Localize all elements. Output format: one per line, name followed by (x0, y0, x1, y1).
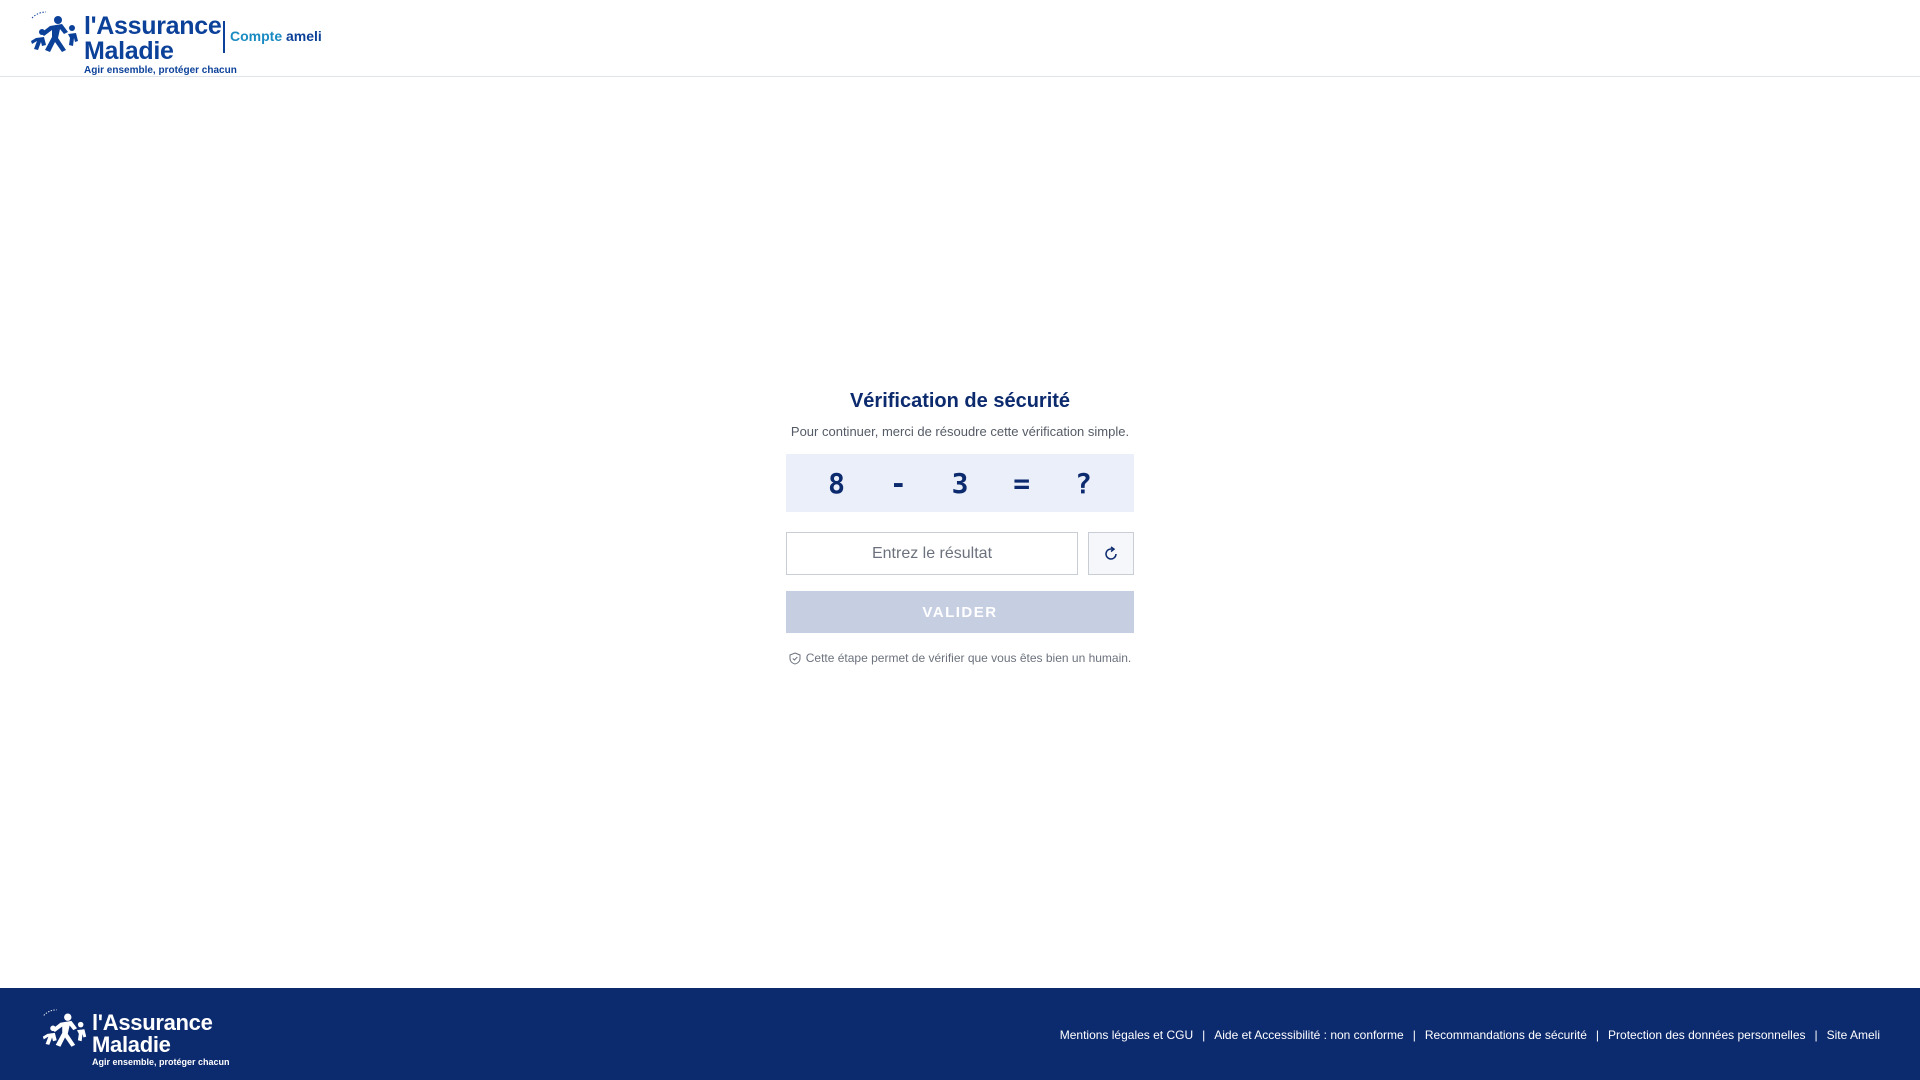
footer-logo-figures-icon (42, 1009, 87, 1047)
footer-logo-tagline: Agir ensemble, protéger chacun (92, 1057, 230, 1067)
assurance-maladie-logo[interactable]: l'Assurance Maladie Agir ensemble, proté… (28, 10, 237, 76)
note-text: Cette étape permet de vérifier que vous … (805, 651, 1132, 665)
site-header: l'Assurance Maladie Agir ensemble, proté… (0, 0, 1920, 77)
validate-button[interactable]: VALIDER (786, 591, 1134, 633)
logo-wordmark: l'Assurance Maladie Agir ensemble, proté… (84, 14, 237, 76)
refresh-icon (1105, 545, 1117, 560)
refresh-captcha-button[interactable] (1088, 532, 1134, 575)
page-subtitle: Pour continuer, merci de résoudre cette … (790, 424, 1130, 439)
logo-figures-icon (31, 11, 78, 52)
footer-link-donnees[interactable]: Protection des données personnelles (1608, 1028, 1805, 1042)
footer-link-accessibilite[interactable]: Aide et Accessibilité : non conforme (1214, 1028, 1403, 1042)
captcha-question: 8 - 3 = ? (828, 466, 1106, 500)
logo-line1: l'Assurance (84, 12, 222, 40)
compte-prefix: Compte (230, 28, 283, 44)
answer-row (786, 532, 1134, 575)
footer-logo-wordmark: l'Assurance Maladie Agir ensemble, proté… (92, 1012, 230, 1067)
security-verification: Vérification de sécurité Pour continuer,… (786, 390, 1134, 665)
footer-link-site-ameli[interactable]: Site Ameli (1827, 1028, 1880, 1042)
footer-separator: | (1412, 1028, 1416, 1042)
footer-separator: | (1595, 1028, 1600, 1042)
site-footer: l'Assurance Maladie Agir ensemble, proté… (0, 988, 1920, 1080)
footer-separator: | (1202, 1028, 1206, 1042)
page-title: Vérification de sécurité (849, 390, 1071, 412)
footer-links: Mentions légales et CGU | Aide et Access… (1060, 1028, 1880, 1042)
shield-check-icon (789, 651, 801, 665)
captcha-box: 8 - 3 = ? (786, 454, 1134, 512)
human-check-note: Cette étape permet de vérifier que vous … (786, 651, 1134, 665)
footer-link-mentions[interactable]: Mentions légales et CGU (1060, 1028, 1193, 1042)
footer-separator: | (1814, 1028, 1818, 1042)
compte-ameli-label: Compte ameli (230, 28, 322, 44)
header-divider (223, 21, 225, 53)
logo-tagline: Agir ensemble, protéger chacun (84, 65, 237, 76)
footer-logo-line1: l'Assurance (92, 1010, 213, 1035)
logo-line2: Maladie (84, 37, 174, 65)
answer-input[interactable] (786, 532, 1078, 575)
footer-logo-line2: Maladie (92, 1032, 171, 1057)
footer-logo[interactable]: l'Assurance Maladie Agir ensemble, proté… (40, 1008, 230, 1067)
footer-link-securite[interactable]: Recommandations de sécurité (1425, 1028, 1587, 1042)
compte-brand: ameli (286, 28, 322, 44)
